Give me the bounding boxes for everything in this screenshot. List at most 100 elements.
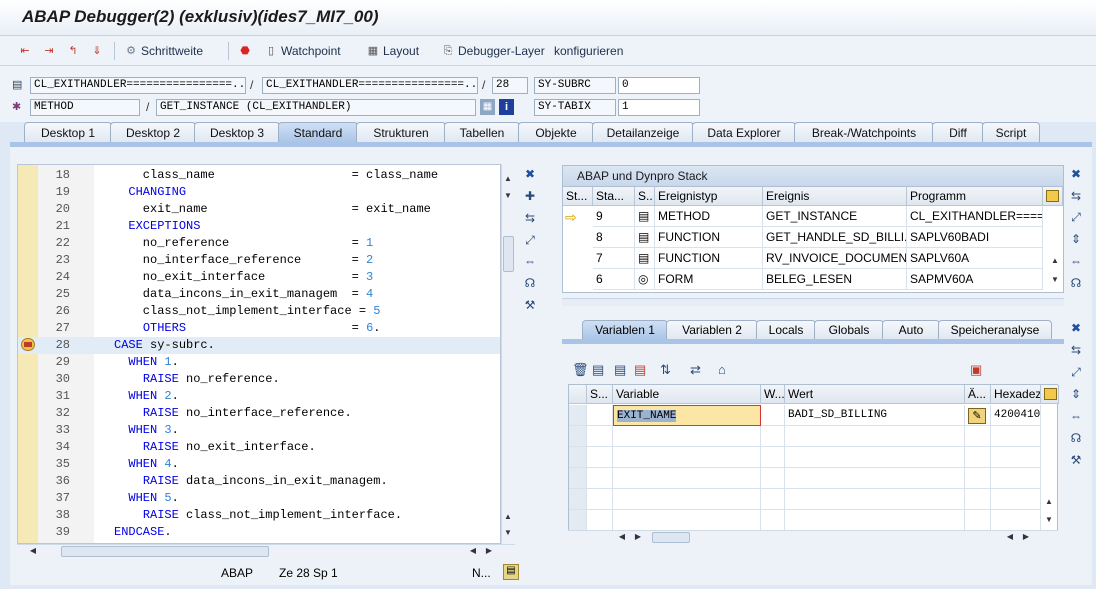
row-selector[interactable] bbox=[569, 447, 587, 468]
grid-cell[interactable] bbox=[991, 468, 1041, 489]
close-tool-icon[interactable]: ✖ bbox=[1068, 166, 1084, 182]
swap-vertical-icon[interactable]: ⇕ bbox=[1068, 386, 1084, 402]
edit-value-button[interactable]: ✎ bbox=[965, 405, 991, 426]
swap-vertical-icon[interactable]: ⇕ bbox=[1068, 231, 1084, 247]
var-header-wert[interactable]: Wert bbox=[785, 385, 965, 404]
konfigurieren-button[interactable]: konfigurieren bbox=[554, 43, 623, 59]
grid-cell[interactable] bbox=[761, 489, 785, 510]
scroll-down-icon[interactable]: ▼ bbox=[502, 191, 514, 200]
close-tool-icon[interactable]: ✖ bbox=[1068, 320, 1084, 336]
maximize-icon[interactable]: ⤢ bbox=[522, 232, 538, 248]
variable-input[interactable]: EXIT_NAME bbox=[613, 405, 761, 426]
debugger-layer-button[interactable]: ⎘ Debugger-Layer bbox=[441, 43, 545, 59]
code-line[interactable]: 39 ENDCASE. bbox=[18, 524, 500, 541]
code-line[interactable]: 35 WHEN 4. bbox=[18, 456, 500, 473]
grid-cell[interactable] bbox=[785, 426, 965, 447]
tab-objekte[interactable]: Objekte bbox=[518, 122, 594, 143]
tab-standard[interactable]: Standard bbox=[278, 122, 358, 143]
tab-diff[interactable]: Diff bbox=[932, 122, 984, 143]
stack-program[interactable]: SAPMV60A bbox=[907, 269, 1043, 290]
grid-cell[interactable] bbox=[587, 447, 613, 468]
row-selector-header[interactable] bbox=[569, 385, 587, 404]
code-line[interactable]: 21 EXCEPTIONS bbox=[18, 218, 500, 235]
services-icon[interactable]: ☊ bbox=[1068, 430, 1084, 446]
stack-header-ereignistyp[interactable]: Ereignistyp bbox=[655, 187, 763, 206]
watchpoint-button[interactable]: ▯ Watchpoint bbox=[264, 43, 341, 59]
code-line[interactable]: 33 WHEN 3. bbox=[18, 422, 500, 439]
code-line[interactable]: 18 class_name = class_name bbox=[18, 167, 500, 184]
continue-button[interactable]: ⇓ bbox=[90, 43, 107, 59]
grid-cell[interactable] bbox=[991, 510, 1041, 531]
grid-cell[interactable] bbox=[613, 489, 761, 510]
row-selector[interactable] bbox=[569, 510, 587, 531]
include-field[interactable]: CL_EXITHANDLER================... bbox=[262, 77, 478, 94]
save-icon[interactable]: ▣ bbox=[970, 362, 982, 380]
stack-program[interactable]: SAPLV60A bbox=[907, 248, 1043, 269]
grid-cell[interactable] bbox=[965, 468, 991, 489]
tab-strukturen[interactable]: Strukturen bbox=[356, 122, 446, 143]
var-header-variable[interactable]: Variable bbox=[613, 385, 761, 404]
tab-globals[interactable]: Globals bbox=[814, 320, 884, 340]
scroll-up-icon[interactable]: ▲ bbox=[1043, 497, 1055, 506]
stack-level[interactable]: 7 bbox=[593, 248, 635, 269]
var-header-hexadez[interactable]: Hexadez bbox=[991, 385, 1041, 404]
program-field[interactable]: CL_EXITHANDLER================... bbox=[30, 77, 246, 94]
tab-detailanzeige[interactable]: Detailanzeige bbox=[592, 122, 694, 143]
stack-level[interactable]: 9 bbox=[593, 206, 635, 227]
scroll-right-icon[interactable]: ▶ bbox=[483, 546, 495, 555]
grid-cell[interactable] bbox=[587, 405, 613, 426]
stack-level[interactable]: 8 bbox=[593, 227, 635, 248]
tab-desktop-3[interactable]: Desktop 3 bbox=[194, 122, 280, 143]
info-icon[interactable]: i bbox=[499, 99, 514, 115]
code-line[interactable]: 34 RAISE no_exit_interface. bbox=[18, 439, 500, 456]
grid-cell[interactable] bbox=[965, 426, 991, 447]
scroll-up-icon[interactable]: ▲ bbox=[502, 174, 514, 183]
grid-cell[interactable] bbox=[965, 447, 991, 468]
grid-cell[interactable] bbox=[761, 405, 785, 426]
services-icon[interactable]: ☊ bbox=[522, 275, 538, 291]
tab-desktop-1[interactable]: Desktop 1 bbox=[24, 122, 112, 143]
var-header-w[interactable]: W... bbox=[761, 385, 785, 404]
grid-cell[interactable] bbox=[613, 468, 761, 489]
step-over-button[interactable]: ⇥ bbox=[42, 43, 59, 59]
grid-cell[interactable] bbox=[785, 468, 965, 489]
stack-type[interactable]: METHOD bbox=[655, 206, 763, 227]
maximize-icon[interactable]: ⤢ bbox=[1068, 209, 1084, 225]
grid-cell[interactable] bbox=[991, 489, 1041, 510]
stack-type[interactable]: FUNCTION bbox=[655, 227, 763, 248]
remove-icon[interactable]: ▤ bbox=[634, 362, 646, 380]
stack-header-programm[interactable]: Programm bbox=[907, 187, 1043, 206]
sort-icon[interactable]: ⇅ bbox=[660, 362, 671, 380]
source-code-panel[interactable]: 18 class_name = class_name 19 CHANGING 20 … bbox=[17, 164, 501, 544]
stack-level[interactable]: 6 bbox=[593, 269, 635, 290]
code-line[interactable]: 37 WHEN 5. bbox=[18, 490, 500, 507]
stack-type[interactable]: FORM bbox=[655, 269, 763, 290]
transfer-icon[interactable]: ⇄ bbox=[690, 362, 701, 380]
grid-cell[interactable] bbox=[785, 447, 965, 468]
stack-program[interactable]: CL_EXITHANDLER==== bbox=[907, 206, 1043, 227]
stack-header-ereignis[interactable]: Ereignis bbox=[763, 187, 907, 206]
code-line[interactable]: 32 RAISE no_interface_reference. bbox=[18, 405, 500, 422]
grid-cell[interactable] bbox=[587, 489, 613, 510]
code-line[interactable]: 26 class_not_implement_interface = 5 bbox=[18, 303, 500, 320]
stack-event[interactable]: RV_INVOICE_DOCUMEN... bbox=[763, 248, 907, 269]
code-vertical-scrollbar[interactable]: ▲ ▼ ▲ ▼ bbox=[501, 164, 515, 544]
code-line[interactable]: 19 CHANGING bbox=[18, 184, 500, 201]
grid-cell[interactable] bbox=[761, 468, 785, 489]
grid-cell[interactable] bbox=[761, 426, 785, 447]
row-selector[interactable] bbox=[569, 405, 587, 426]
schrittweite-button[interactable]: ⚙ Schrittweite bbox=[124, 43, 203, 59]
settings-icon[interactable]: ⚒ bbox=[1068, 452, 1084, 468]
scroll-thumb[interactable] bbox=[61, 546, 269, 557]
grid-cell[interactable] bbox=[761, 447, 785, 468]
code-line[interactable]: 20 exit_name = exit_name bbox=[18, 201, 500, 218]
replace-tool-icon[interactable]: ⇆ bbox=[1068, 342, 1084, 358]
swap-icon[interactable]: ⇔ bbox=[522, 253, 538, 269]
stack-event[interactable]: BELEG_LESEN bbox=[763, 269, 907, 290]
stack-event[interactable]: GET_HANDLE_SD_BILLI... bbox=[763, 227, 907, 248]
close-tool-icon[interactable]: ✖ bbox=[522, 166, 538, 182]
stack-event[interactable]: GET_INSTANCE bbox=[763, 206, 907, 227]
stack-program[interactable]: SAPLV60BADI bbox=[907, 227, 1043, 248]
settings-icon[interactable]: ⚒ bbox=[522, 297, 538, 313]
grid-cell[interactable] bbox=[991, 447, 1041, 468]
